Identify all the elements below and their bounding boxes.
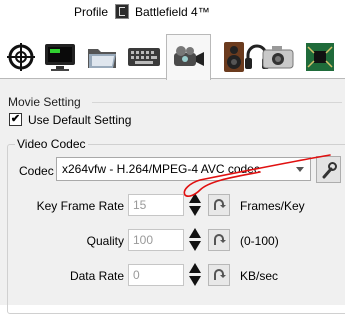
- wrench-icon: [322, 161, 337, 178]
- spin-up-icon[interactable]: [189, 263, 201, 273]
- reset-icon: [214, 199, 226, 210]
- quality-unit: (0-100): [240, 234, 279, 248]
- codec-select[interactable]: x264vfw - H.264/MPEG-4 AVC codec: [56, 157, 311, 181]
- monitor-icon: [44, 43, 75, 71]
- tab-hardware[interactable]: [300, 38, 339, 75]
- tab-bar: [0, 34, 345, 80]
- tab-folder[interactable]: [82, 38, 121, 75]
- speaker-icon: [223, 41, 244, 72]
- key-frame-rate-value: 15: [133, 198, 147, 212]
- reset-icon: [214, 269, 226, 280]
- profile-label: Profile: [74, 5, 109, 19]
- key-frame-rate-reset-button[interactable]: [208, 194, 230, 216]
- data-rate-spinner[interactable]: [188, 263, 202, 287]
- data-rate-unit: KB/sec: [240, 269, 279, 283]
- battlefield-game-icon: [115, 4, 129, 19]
- spin-down-icon[interactable]: [189, 241, 201, 251]
- codec-config-button[interactable]: [316, 156, 341, 183]
- quality-reset-button[interactable]: [208, 229, 230, 251]
- key-frame-rate-unit: Frames/Key: [240, 199, 305, 213]
- spin-up-icon[interactable]: [189, 193, 201, 203]
- tab-movie[interactable]: [166, 34, 211, 80]
- key-frame-rate-input[interactable]: 15: [128, 194, 184, 216]
- tab-camera[interactable]: [258, 38, 297, 75]
- data-rate-reset-button[interactable]: [208, 264, 230, 286]
- key-frame-rate-spinner[interactable]: [188, 193, 202, 217]
- crosshair-icon: [6, 42, 35, 71]
- keyboard-icon: [127, 47, 160, 66]
- quality-label: Quality: [86, 234, 124, 248]
- circuit-board-icon: [305, 42, 334, 71]
- reset-icon: [214, 234, 226, 245]
- tab-monitor[interactable]: [40, 38, 79, 75]
- camera-icon: [262, 45, 293, 68]
- quality-value: 100: [133, 233, 154, 247]
- use-default-checkbox[interactable]: ✔: [9, 113, 22, 126]
- video-camera-icon: [173, 45, 204, 66]
- spin-down-icon[interactable]: [189, 276, 201, 286]
- section-divider: [92, 102, 342, 103]
- video-codec-title: Video Codec: [15, 137, 88, 151]
- settings-panel: Movie Setting ✔ Use Default Setting Vide…: [0, 78, 345, 314]
- key-frame-rate-label: Key Frame Rate: [36, 199, 124, 213]
- quality-spinner[interactable]: [188, 228, 202, 252]
- codec-value: x264vfw - H.264/MPEG-4 AVC codec: [62, 162, 260, 176]
- quality-input[interactable]: 100: [128, 229, 184, 251]
- codec-label: Codec: [19, 164, 54, 178]
- movie-setting-title: Movie Setting: [8, 95, 81, 109]
- data-rate-label: Data Rate: [69, 269, 124, 283]
- tab-crosshair[interactable]: [1, 38, 40, 75]
- use-default-label[interactable]: Use Default Setting: [28, 113, 131, 127]
- chevron-down-icon: [296, 167, 304, 172]
- spin-down-icon[interactable]: [189, 206, 201, 216]
- profile-bar: Profile Battlefield 4™: [0, 0, 345, 26]
- data-rate-input[interactable]: 0: [128, 264, 184, 286]
- profile-value[interactable]: Battlefield 4™: [135, 5, 210, 19]
- tab-keyboard[interactable]: [124, 38, 163, 75]
- folder-icon: [87, 48, 116, 68]
- spin-up-icon[interactable]: [189, 228, 201, 238]
- data-rate-value: 0: [133, 268, 140, 282]
